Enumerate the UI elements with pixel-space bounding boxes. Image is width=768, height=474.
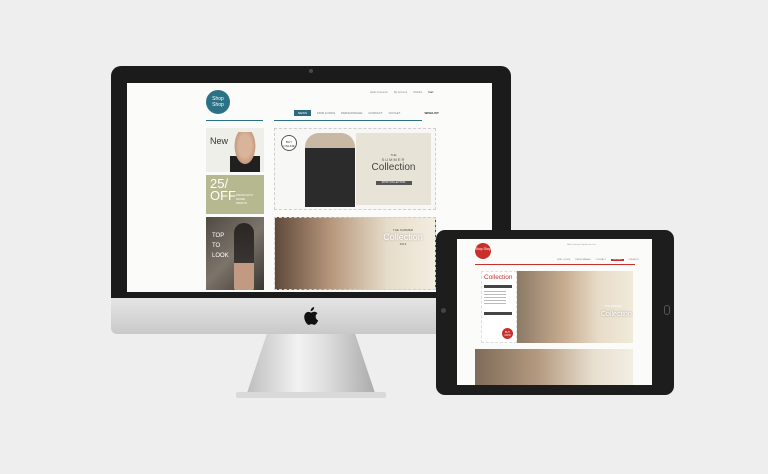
tile-discount[interactable]: 25/ OFF PRODUCTS MORE PRINTS [206,175,264,214]
nav-item[interactable]: FIND LOOKS [317,111,335,115]
apple-logo-icon [304,307,319,325]
collection-panel: THE SUMMER Collection SHOP COLLECTION [356,133,431,205]
divider [475,264,635,265]
hero-banner-summer[interactable]: BUY ONLINE THE SUMMER Collection SHOP CO… [274,128,436,210]
sidebar-line[interactable] [484,300,506,301]
second-banner[interactable] [475,349,633,385]
wishlist-link[interactable]: WISHLIST [629,259,639,261]
sidebar-line[interactable] [484,303,506,304]
top-link[interactable]: Hello Customer [370,91,388,94]
nav-item[interactable]: FIND LOOKS [557,259,570,261]
model-photo [305,133,355,207]
shop-collection-button[interactable]: SHOP COLLECTION [375,181,412,185]
nav-item[interactable]: CONTACT [596,259,606,261]
collection-sidebar: Collection BUY NOW [481,271,517,343]
panel-collection: Collection [383,232,423,242]
hero-banner[interactable]: THE SUMMER Collection [517,271,633,343]
nav-item[interactable]: PERSONNAGE [575,259,590,261]
sidebar-line[interactable] [484,294,506,295]
ipad: Shop Shop Hello Customer My Account Cart… [436,230,674,395]
model-photo [230,132,260,172]
top-look-label: TOP TO LOOK [212,233,229,259]
divider [206,120,263,121]
tile-new[interactable]: New [206,128,264,172]
cart-link[interactable]: Cart [428,91,433,94]
nav-item[interactable]: CONTACT [368,111,382,115]
nav-item[interactable]: OUTLET [389,111,401,115]
hero-banner-collection[interactable]: THE SUMMER Collection 2013 [274,217,436,290]
divider [274,120,422,121]
tablet-screen: Shop Shop Hello Customer My Account Cart… [457,239,652,385]
hero-small: THE SUMMER [605,305,622,308]
buy-now-badge[interactable]: BUY NOW [502,328,513,339]
nav-item[interactable]: PERSONNAGE [341,111,362,115]
main-nav: FIND LOOKS PERSONNAGE CONTACT OUTLET WIS… [557,259,639,261]
home-button[interactable] [664,305,670,315]
sidebar-title: Collection [484,274,513,281]
panel-collection: Collection [371,162,416,173]
top-links[interactable]: Hello Customer My Account Cart [567,244,596,246]
tile-new-label: New [210,136,229,146]
tile-top-look[interactable]: TOP TO LOOK [206,217,264,290]
wishlist-link[interactable]: WISHLIST [424,111,438,115]
nav-item-active[interactable]: OUTLET [611,259,624,261]
sidebar-line[interactable] [484,297,506,298]
camera-icon [441,308,446,313]
top-links: Hello Customer My Account Wishlist Cart [370,91,433,94]
nav-item-active[interactable]: NEWS [294,110,311,116]
camera-icon [309,69,313,73]
buy-online-badge[interactable]: BUY ONLINE [281,135,297,151]
main-nav: NEWS FIND LOOKS PERSONNAGE CONTACT OUTLE… [294,110,439,116]
sidebar-bar [484,285,512,288]
site-logo[interactable]: Shop Shop [475,243,491,259]
top-link[interactable]: Wishlist [413,91,422,94]
discount-label: 25/ OFF [210,176,236,203]
discount-sub: PRODUCTS MORE PRINTS [236,193,253,205]
sidebar-line[interactable] [484,291,506,292]
sidebar-bar [484,312,512,315]
site-logo[interactable]: Shop Shop [206,90,230,114]
model-photo [234,223,254,290]
panel-year: 2013 [399,242,407,246]
top-link[interactable]: My Account [394,91,407,94]
collection-panel: THE SUMMER Collection 2013 [379,228,427,246]
imac-stand [246,334,376,396]
hero-collection: Collection [601,311,632,318]
imac-stand-base [236,392,386,398]
